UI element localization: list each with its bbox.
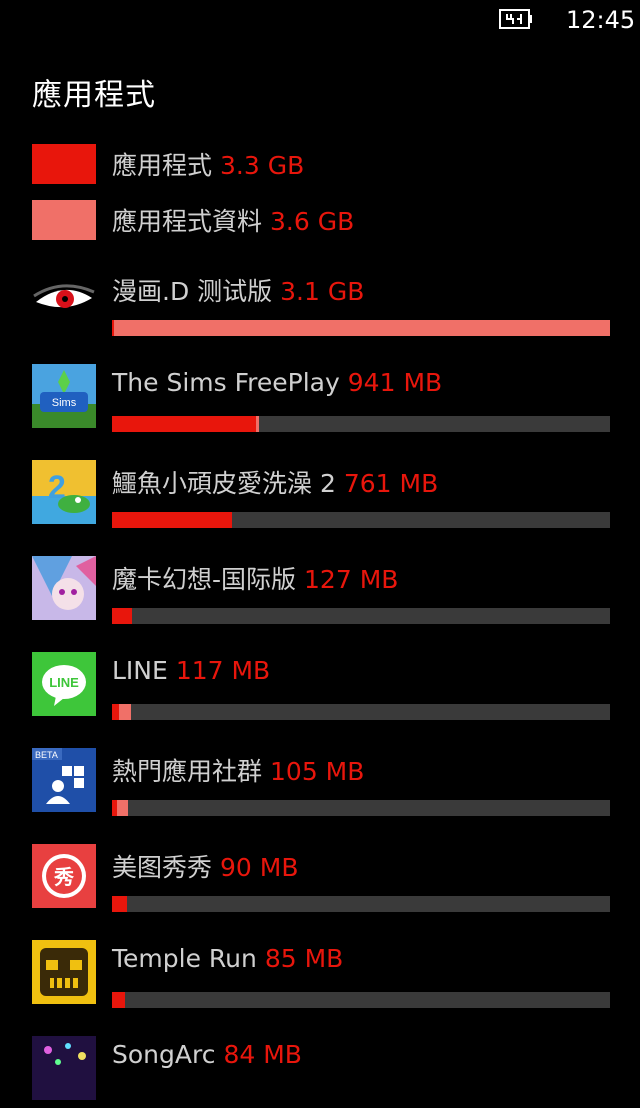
temple-run-icon [32, 940, 96, 1004]
app-row[interactable]: 漫画.D 测试版 3.1 GB [32, 268, 612, 340]
storage-bar [112, 896, 610, 912]
sims-freeplay-icon: Sims [32, 364, 96, 428]
bar-app-fill [112, 896, 127, 912]
app-name: 美图秀秀 [112, 853, 213, 882]
meitu-icon: 秀 [32, 844, 96, 908]
app-size: 90 MB [220, 853, 299, 882]
songarc-icon [32, 1036, 96, 1100]
app-size: 105 MB [270, 757, 365, 786]
magic-card-fantasy-icon [32, 556, 96, 620]
app-row[interactable]: LINE LINE 117 MB [32, 652, 612, 724]
app-size: 761 MB [343, 469, 439, 498]
manga-d-eye-icon [32, 268, 96, 332]
bar-data-fill [118, 704, 132, 720]
storage-bar [112, 800, 610, 816]
bar-app-fill [112, 608, 132, 624]
storage-bar [112, 992, 610, 1008]
app-name: Temple Run [112, 944, 257, 973]
bar-app-fill [112, 992, 126, 1008]
app-storage-list: 漫画.D 测试版 3.1 GB Sims The Sims FreePlay 941… [0, 0, 640, 1100]
storage-bar [112, 608, 610, 624]
svg-text:BETA: BETA [35, 750, 58, 760]
storage-bar [112, 512, 610, 528]
app-name: SongArc [112, 1040, 216, 1069]
app-row[interactable]: 秀 美图秀秀 90 MB [32, 844, 612, 916]
app-row[interactable]: Temple Run 85 MB [32, 940, 612, 1012]
app-name: 熱門應用社群 [112, 757, 263, 786]
app-row[interactable]: 2 鱷魚小頑皮愛洗澡 2 761 MB [32, 460, 612, 532]
svg-text:LINE: LINE [49, 675, 79, 690]
bar-app-fill [112, 512, 232, 528]
storage-bar [112, 320, 610, 336]
app-social-beta-icon: BETA [32, 748, 96, 812]
storage-bar [112, 704, 610, 720]
app-size: 84 MB [223, 1040, 302, 1069]
svg-text:Sims: Sims [52, 397, 77, 409]
bar-data-fill [113, 320, 610, 336]
app-row[interactable]: Sims The Sims FreePlay 941 MB [32, 364, 612, 436]
app-size: 941 MB [347, 368, 443, 397]
app-size: 3.1 GB [280, 277, 365, 306]
app-size: 85 MB [264, 944, 344, 973]
app-name: 魔卡幻想-国际版 [112, 565, 297, 594]
app-row[interactable]: 魔卡幻想-国际版 127 MB [32, 556, 612, 628]
app-row[interactable]: BETA 熱門應用社群 105 MB [32, 748, 612, 820]
line-icon: LINE [32, 652, 96, 716]
app-size: 117 MB [175, 656, 271, 685]
app-name: 鱷魚小頑皮愛洗澡 2 [112, 469, 336, 498]
bar-data-fill [116, 800, 128, 816]
bar-data-fill [256, 416, 259, 432]
storage-bar [112, 416, 610, 432]
app-name: The Sims FreePlay [112, 368, 340, 397]
app-name: 漫画.D 测试版 [112, 277, 273, 306]
app-name: LINE [112, 656, 168, 685]
app-row[interactable]: SongArc 84 MB [32, 1036, 612, 1108]
app-size: 127 MB [304, 565, 399, 594]
bar-app-fill [112, 416, 257, 432]
bar-app-fill [112, 704, 119, 720]
svg-text:秀: 秀 [53, 865, 74, 889]
wheres-my-water-icon: 2 [32, 460, 96, 524]
